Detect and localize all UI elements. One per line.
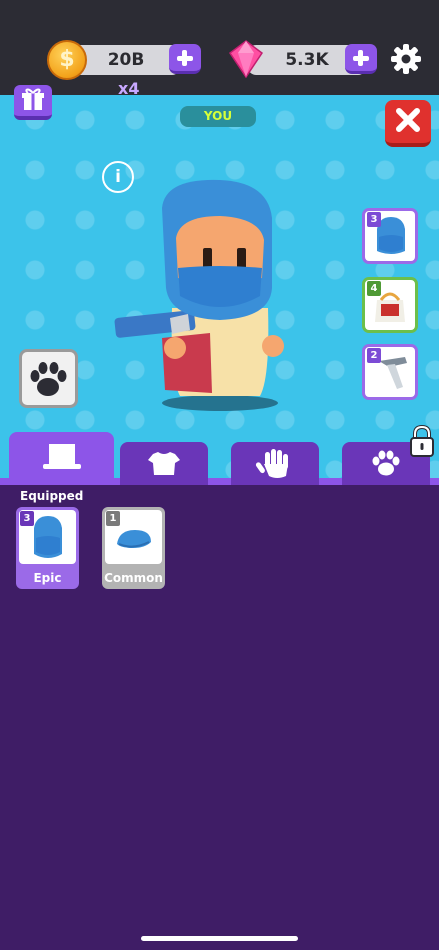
item-level: 2 [367,348,381,363]
section-label: Equipped [20,489,84,503]
inventory-card-epic[interactable]: 3 Epic [16,507,79,589]
shirt-icon [148,452,180,475]
close-icon [396,108,420,132]
item-level: 4 [367,281,381,296]
tab-hats[interactable] [9,432,114,485]
side-slot-pistol[interactable]: 2 [362,344,418,400]
gift-button[interactable] [14,85,52,120]
player-badge: YOU [180,106,256,127]
coin-icon: $ [47,40,87,80]
category-tabs [0,430,439,485]
close-button[interactable] [385,100,431,147]
tab-shirts[interactable] [120,442,208,485]
item-level: 1 [106,511,120,526]
side-slot-hood[interactable]: 3 [362,208,418,264]
add-coins-button[interactable] [169,44,201,74]
hat-icon [43,444,81,469]
coin-value: 20B [107,50,145,70]
coin-counter: 20B [72,45,180,75]
gift-icon [22,88,44,110]
add-gems-button[interactable] [345,44,377,74]
pet-button[interactable] [19,349,78,408]
item-rarity: Common [104,571,163,585]
side-slot-bag[interactable]: 4 [362,277,418,333]
lock-icon [410,424,434,457]
coin-symbol: $ [59,47,75,72]
gem-icon [228,40,264,78]
gear-icon[interactable] [390,43,422,75]
item-level: 3 [20,511,34,526]
item-level: 3 [367,212,381,227]
home-indicator[interactable] [141,936,298,941]
hand-icon [255,449,288,478]
tab-gloves[interactable] [231,442,319,485]
inventory-card-common[interactable]: 1 Common [102,507,165,589]
player-character[interactable] [110,178,300,418]
item-rarity: Epic [33,571,62,585]
paw-icon [30,362,67,396]
